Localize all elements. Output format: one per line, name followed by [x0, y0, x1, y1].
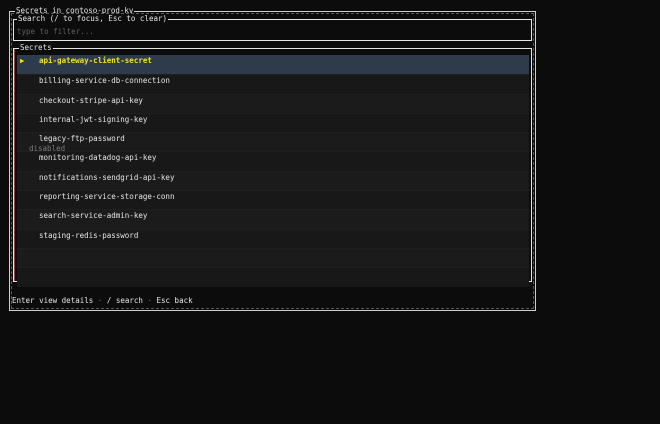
footer-hints: Enter view details · / search · Esc back: [12, 296, 193, 305]
secret-name: staging-redis-password: [39, 230, 139, 240]
footer-hint-enter: Enter view details: [12, 296, 94, 305]
empty-row: [17, 267, 529, 287]
secret-name: api-gateway-client-secret: [39, 56, 152, 65]
secret-row[interactable]: checkout-stripe-api-key: [17, 93, 529, 113]
secrets-list-panel: Secrets ▶ api-gateway-client-secret billin…: [13, 43, 532, 287]
search-input[interactable]: [17, 26, 522, 37]
footer-separator: ·: [147, 296, 152, 305]
secret-name: reporting-service-storage-conn: [39, 192, 175, 202]
footer-separator: ·: [97, 296, 103, 305]
secret-name: billing-service-db-connection: [39, 76, 170, 86]
secret-row[interactable]: ▶ api-gateway-client-secret: [17, 55, 529, 75]
secrets-list: ▶ api-gateway-client-secret billing-servic…: [17, 55, 529, 287]
secret-name: search-service-admin-key: [39, 211, 148, 221]
secret-name: notifications-sendgrid-api-key: [39, 172, 175, 182]
secret-status-tag: disabled: [29, 144, 66, 154]
search-title: Search (/ to focus, Esc to clear): [17, 14, 169, 24]
selection-arrow-icon: ▶: [20, 56, 25, 65]
secret-name: legacy-ftp-password: [39, 134, 125, 144]
secret-row[interactable]: reporting-service-storage-conn: [17, 190, 529, 210]
secret-row[interactable]: disabled monitoring-datadog-api-key: [17, 144, 529, 171]
secret-row[interactable]: billing-service-db-connection: [17, 74, 529, 94]
secrets-list-title: Secrets: [19, 43, 53, 53]
secret-row[interactable]: internal-jwt-signing-key: [17, 112, 529, 133]
secret-row[interactable]: legacy-ftp-password: [17, 132, 529, 152]
empty-row: [17, 247, 529, 268]
secret-name: checkout-stripe-api-key: [39, 95, 143, 105]
secret-name: monitoring-datadog-api-key: [39, 153, 157, 163]
secret-row[interactable]: staging-redis-password: [17, 228, 529, 248]
footer-hint-search: / search: [106, 296, 143, 305]
secret-name: internal-jwt-signing-key: [39, 114, 148, 124]
search-panel: Search (/ to focus, Esc to clear): [13, 14, 532, 41]
secret-row[interactable]: notifications-sendgrid-api-key: [17, 170, 529, 191]
list-accent-bar: [14, 49, 15, 281]
footer-hint-back: Esc back: [156, 296, 193, 305]
secret-row[interactable]: search-service-admin-key: [17, 209, 529, 229]
